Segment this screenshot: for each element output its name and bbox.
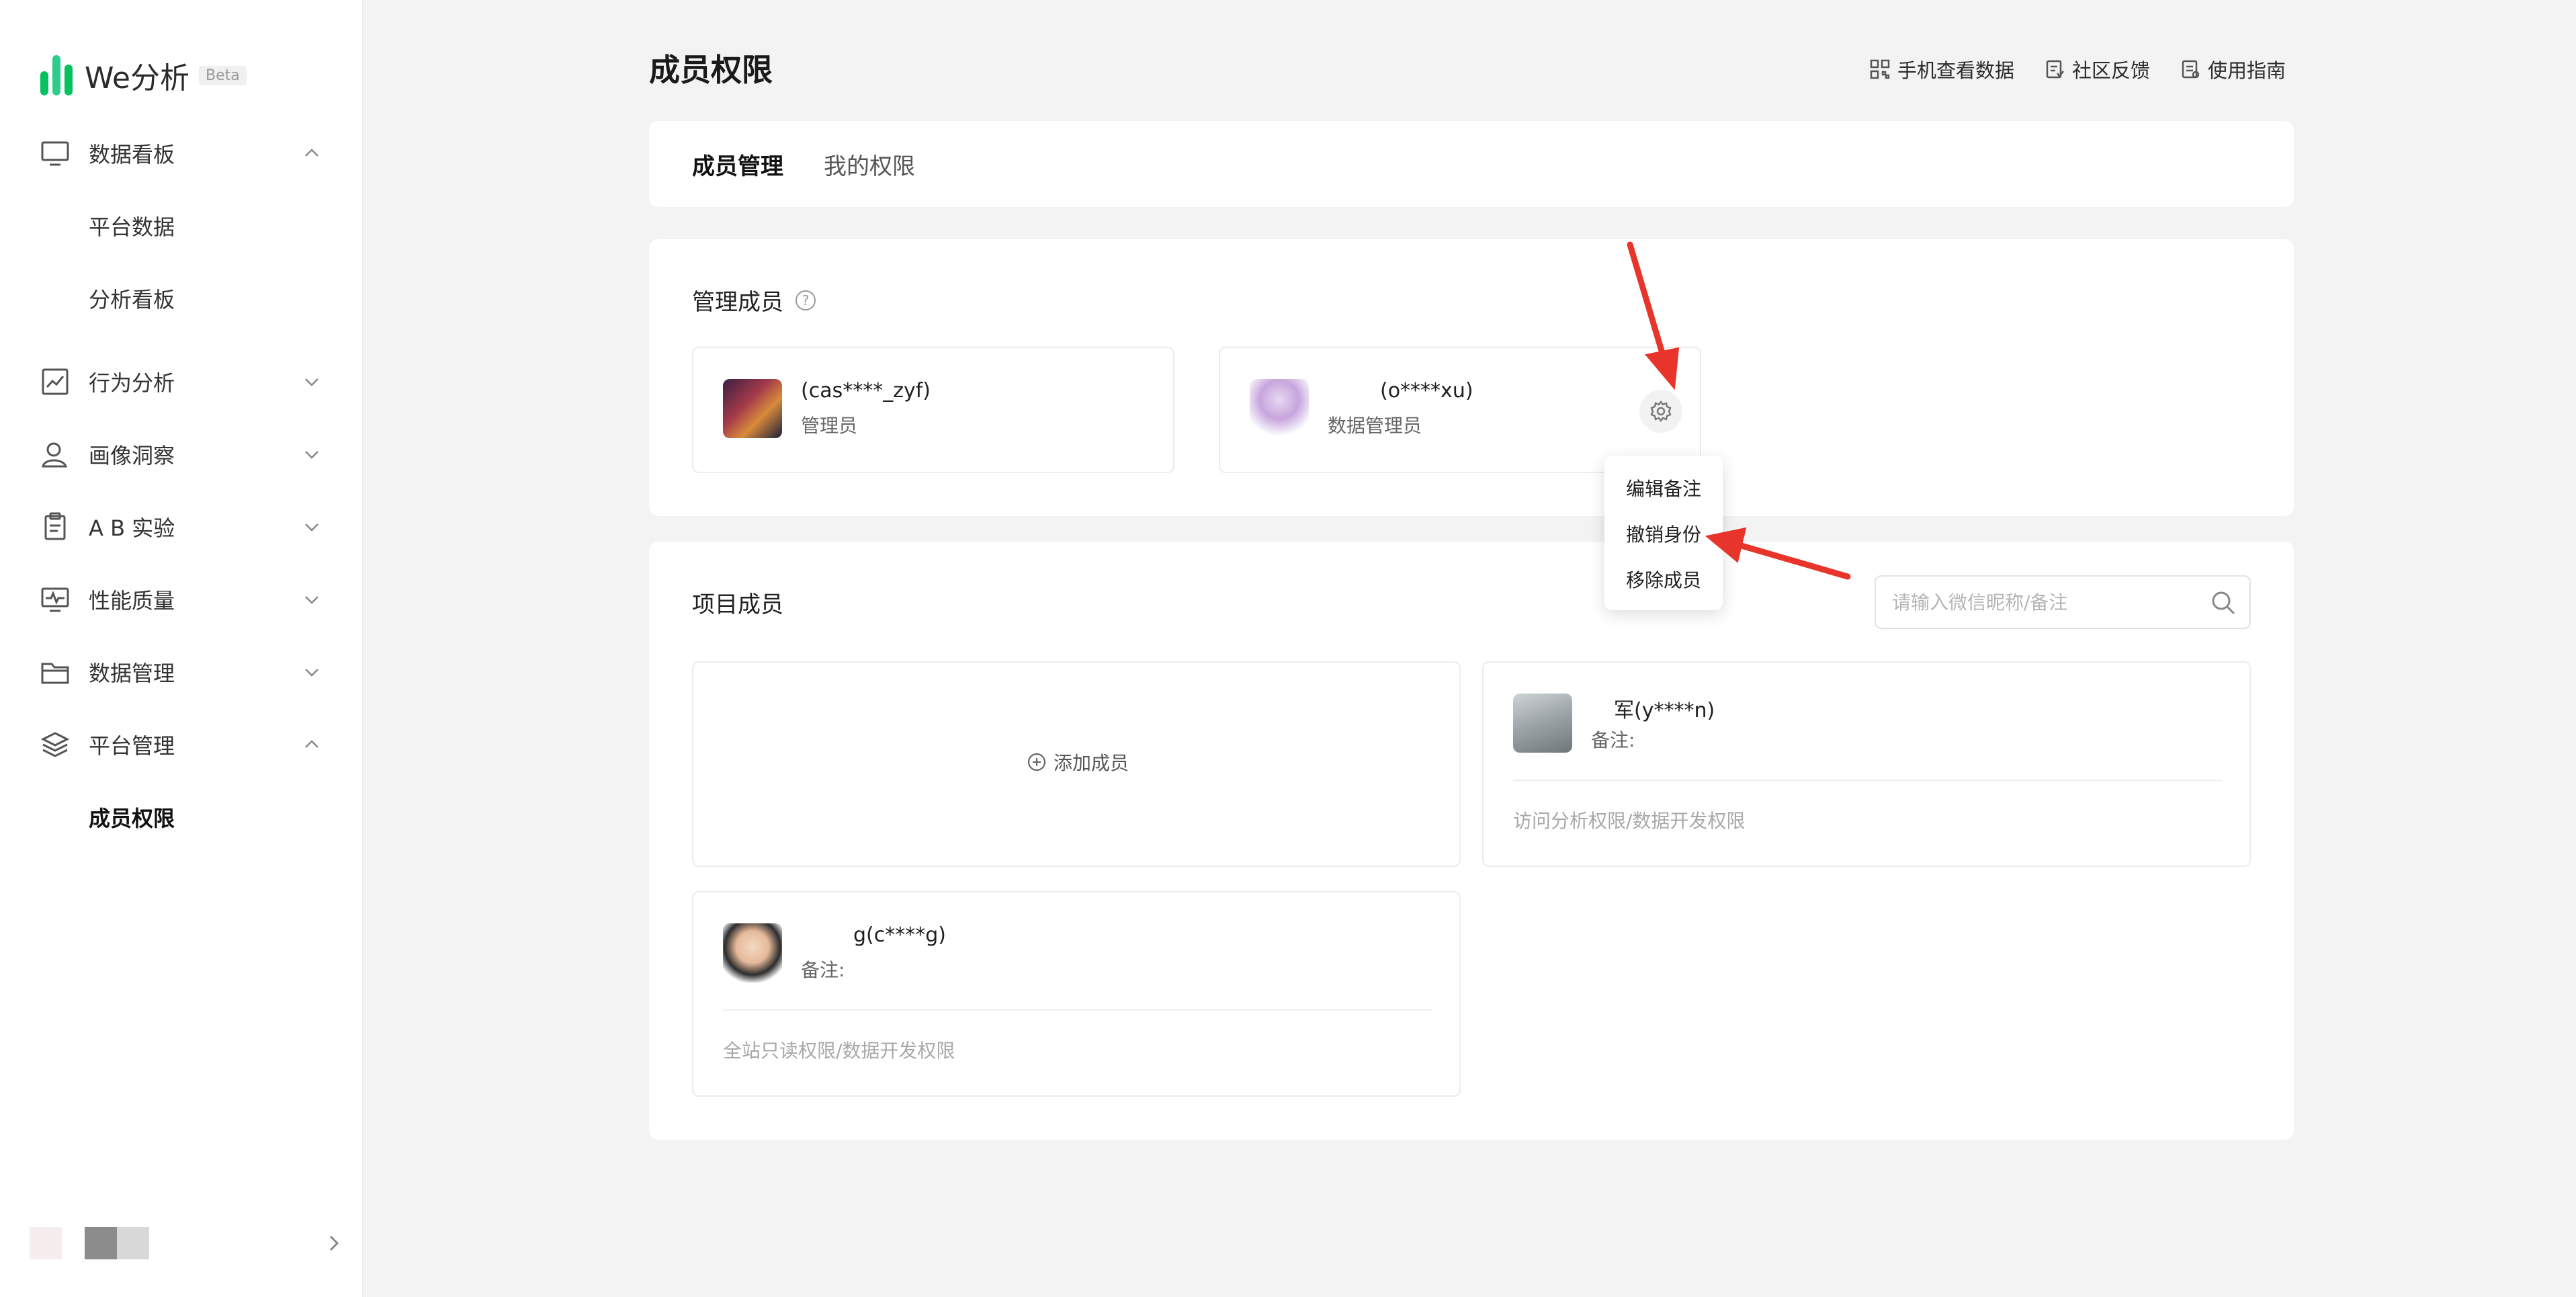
community-feedback-label: 社区反馈 [2071, 59, 2150, 82]
folder-icon [40, 657, 70, 687]
add-member-card[interactable]: 添加成员 [692, 661, 1461, 867]
add-member-button[interactable]: 添加成员 [1027, 749, 1129, 776]
member-permissions: 全站只读权限/数据开发权限 [723, 1040, 955, 1062]
sidebar-item-label: 数据管理 [89, 661, 175, 686]
admin-members-card: 管理成员 ? (cas****_zyf) 管理员 (o****xu) 数据管理员 [649, 239, 2294, 516]
sidebar-item-label: 行为分析 [89, 370, 175, 396]
divider [1513, 780, 2223, 781]
top-links: 手机查看数据 社区反馈 使用指南 [1869, 55, 2286, 83]
member-role: 数据管理员 [1328, 415, 1422, 437]
user-icon [40, 440, 70, 469]
line-chart-icon [40, 367, 70, 396]
feedback-icon [2046, 60, 2064, 79]
chevron-down-icon [305, 669, 318, 677]
logo-mark-icon [40, 55, 73, 95]
layers-icon [40, 730, 70, 759]
user-guide-link[interactable]: 使用指南 [2180, 55, 2286, 83]
member-note: 备注: [1591, 729, 1635, 751]
guide-icon [2182, 60, 2200, 79]
sidebar-item-persona[interactable]: 画像洞察 [40, 434, 323, 474]
sidebar-item-label: 数据看板 [89, 142, 175, 167]
member-note: 备注: [801, 959, 845, 981]
sidebar-item-ab-test[interactable]: A B 实验 [40, 507, 323, 547]
help-icon[interactable]: ? [796, 290, 816, 310]
user-guide-label: 使用指南 [2207, 59, 2286, 82]
chevron-right-icon[interactable] [325, 1230, 343, 1257]
sidebar-item-member-permissions[interactable]: 成员权限 [89, 797, 175, 837]
sidebar-item-label: 画像洞察 [89, 443, 175, 468]
account-switcher[interactable] [30, 1227, 149, 1259]
member-role: 管理员 [801, 415, 858, 437]
mobile-view-label: 手机查看数据 [1897, 59, 2014, 82]
admin-section-label: 管理成员 [692, 289, 783, 316]
sidebar-item-behavior[interactable]: 行为分析 [40, 362, 323, 402]
sidebar-item-label: A B 实验 [89, 515, 175, 541]
avatar [1250, 379, 1309, 438]
chevron-up-icon [305, 149, 318, 157]
sidebar-item-label: 平台管理 [89, 733, 175, 759]
plus-circle-icon [1027, 753, 1046, 771]
member-search[interactable] [1875, 575, 2251, 629]
tabs-card: 成员管理 我的权限 [649, 121, 2294, 207]
divider [723, 1009, 1432, 1011]
tab-my-permissions[interactable]: 我的权限 [824, 148, 915, 181]
chevron-up-icon [305, 740, 318, 748]
avatar [1513, 694, 1572, 753]
sidebar-item-data-management[interactable]: 数据管理 [40, 652, 323, 692]
sidebar-item-performance[interactable]: 性能质量 [40, 579, 323, 620]
chevron-down-icon [305, 596, 318, 604]
sidebar-item-label: 性能质量 [89, 588, 175, 614]
menu-item-edit-note[interactable]: 编辑备注 [1626, 474, 1701, 501]
search-input[interactable] [1892, 587, 2201, 617]
project-section-title: 项目成员 [692, 591, 783, 618]
app-name: We分析 [85, 61, 189, 95]
app-logo[interactable]: We分析 Beta [40, 54, 247, 97]
sidebar-item-platform-data[interactable]: 平台数据 [89, 206, 175, 246]
menu-item-revoke-role[interactable]: 撤销身份 [1626, 520, 1701, 547]
member-settings-button[interactable] [1639, 390, 1682, 433]
sidebar-item-analysis-board[interactable]: 分析看板 [89, 278, 175, 319]
sidebar-item-platform-management[interactable]: 平台管理 [40, 724, 323, 765]
member-name: g(c****g) [853, 923, 946, 947]
chevron-down-icon [305, 451, 318, 459]
tab-member-management[interactable]: 成员管理 [692, 148, 783, 181]
menu-item-remove-member[interactable]: 移除成员 [1626, 566, 1701, 593]
search-icon[interactable] [2209, 589, 2237, 617]
mobile-view-link[interactable]: 手机查看数据 [1869, 55, 2014, 83]
clipboard-icon [40, 512, 70, 542]
sidebar-item-dashboard[interactable]: 数据看板 [40, 133, 323, 173]
beta-badge: Beta [199, 65, 247, 85]
admin-section-title: 管理成员 ? [692, 284, 816, 317]
avatar [723, 379, 782, 438]
avatar [723, 923, 782, 982]
sidebar: We分析 Beta 数据看板 平台数据 分析看板 行为分析 画像洞察 A B 实… [0, 0, 363, 1297]
project-member-card: g(c****g) 备注: 全站只读权限/数据开发权限 [692, 891, 1461, 1097]
gear-icon [1650, 401, 1672, 422]
member-name: (o****xu) [1380, 379, 1473, 403]
pulse-monitor-icon [40, 585, 70, 614]
page-title: 成员权限 [649, 52, 773, 88]
member-name: 军(y****n) [1614, 699, 1715, 722]
project-member-card: 军(y****n) 备注: 访问分析权限/数据开发权限 [1482, 661, 2251, 867]
chevron-down-icon [305, 524, 318, 532]
chevron-down-icon [305, 378, 318, 386]
community-feedback-link[interactable]: 社区反馈 [2044, 55, 2150, 83]
member-name: (cas****_zyf) [801, 379, 931, 403]
admin-member-card: (cas****_zyf) 管理员 [692, 347, 1174, 473]
add-member-label: 添加成员 [1054, 752, 1129, 774]
admin-member-card: (o****xu) 数据管理员 [1219, 347, 1701, 473]
avatar [30, 1227, 62, 1259]
qrcode-icon [1870, 59, 1890, 79]
member-action-menu: 编辑备注 撤销身份 移除成员 [1604, 456, 1723, 610]
project-members-card: 项目成员 添加成员 军(y****n) 备注: 访问分析权限/数据开发权限 g(… [649, 542, 2294, 1140]
member-permissions: 访问分析权限/数据开发权限 [1513, 810, 1746, 832]
monitor-icon [40, 138, 70, 168]
